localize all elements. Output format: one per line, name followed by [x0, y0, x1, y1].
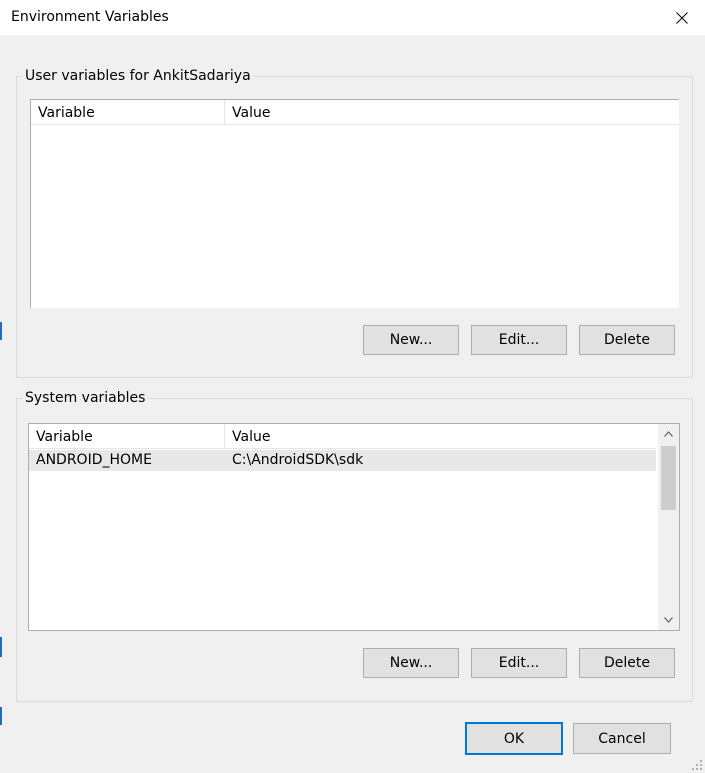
system-edit-button[interactable]: Edit... — [471, 648, 567, 678]
column-header-variable[interactable]: Variable — [29, 424, 225, 448]
vertical-scrollbar[interactable] — [658, 424, 679, 630]
column-header-value[interactable]: Value — [225, 424, 656, 448]
scroll-up-button[interactable] — [658, 424, 679, 444]
table-row[interactable]: ANDROID_HOME C:\AndroidSDK\sdk — [29, 450, 656, 471]
background-edge — [0, 637, 2, 657]
environment-variables-dialog: Environment Variables User variables for… — [0, 0, 705, 773]
ok-button[interactable]: OK — [465, 722, 563, 755]
list-header: Variable Value — [29, 424, 656, 449]
system-new-button[interactable]: New... — [363, 648, 459, 678]
column-header-value[interactable]: Value — [225, 100, 679, 124]
chevron-down-icon — [664, 617, 673, 623]
list-header: Variable Value — [31, 100, 679, 125]
window-title: Environment Variables — [11, 9, 169, 25]
variable-cell: ANDROID_HOME — [36, 452, 152, 468]
cancel-button[interactable]: Cancel — [573, 723, 671, 754]
system-variables-label: System variables — [23, 389, 148, 407]
background-edge — [0, 322, 2, 340]
user-delete-button[interactable]: Delete — [579, 325, 675, 355]
scroll-thumb[interactable] — [661, 446, 676, 510]
user-variables-list[interactable]: Variable Value — [30, 99, 679, 308]
background-edge — [0, 707, 2, 725]
user-new-button[interactable]: New... — [363, 325, 459, 355]
chevron-up-icon — [664, 431, 673, 437]
user-variables-label: User variables for AnkitSadariya — [23, 67, 253, 85]
user-variables-group: User variables for AnkitSadariya Variabl… — [16, 67, 693, 378]
scroll-down-button[interactable] — [658, 610, 679, 630]
system-variables-group: System variables Variable Value ANDROID_… — [16, 389, 693, 702]
column-header-variable[interactable]: Variable — [31, 100, 225, 124]
system-variables-list[interactable]: Variable Value ANDROID_HOME C:\AndroidSD… — [28, 423, 680, 631]
title-bar: Environment Variables — [0, 0, 705, 35]
user-edit-button[interactable]: Edit... — [471, 325, 567, 355]
system-delete-button[interactable]: Delete — [579, 648, 675, 678]
close-button[interactable] — [659, 0, 705, 35]
value-cell: C:\AndroidSDK\sdk — [232, 452, 364, 468]
resize-grip-icon[interactable] — [691, 759, 703, 771]
close-icon — [676, 11, 688, 24]
